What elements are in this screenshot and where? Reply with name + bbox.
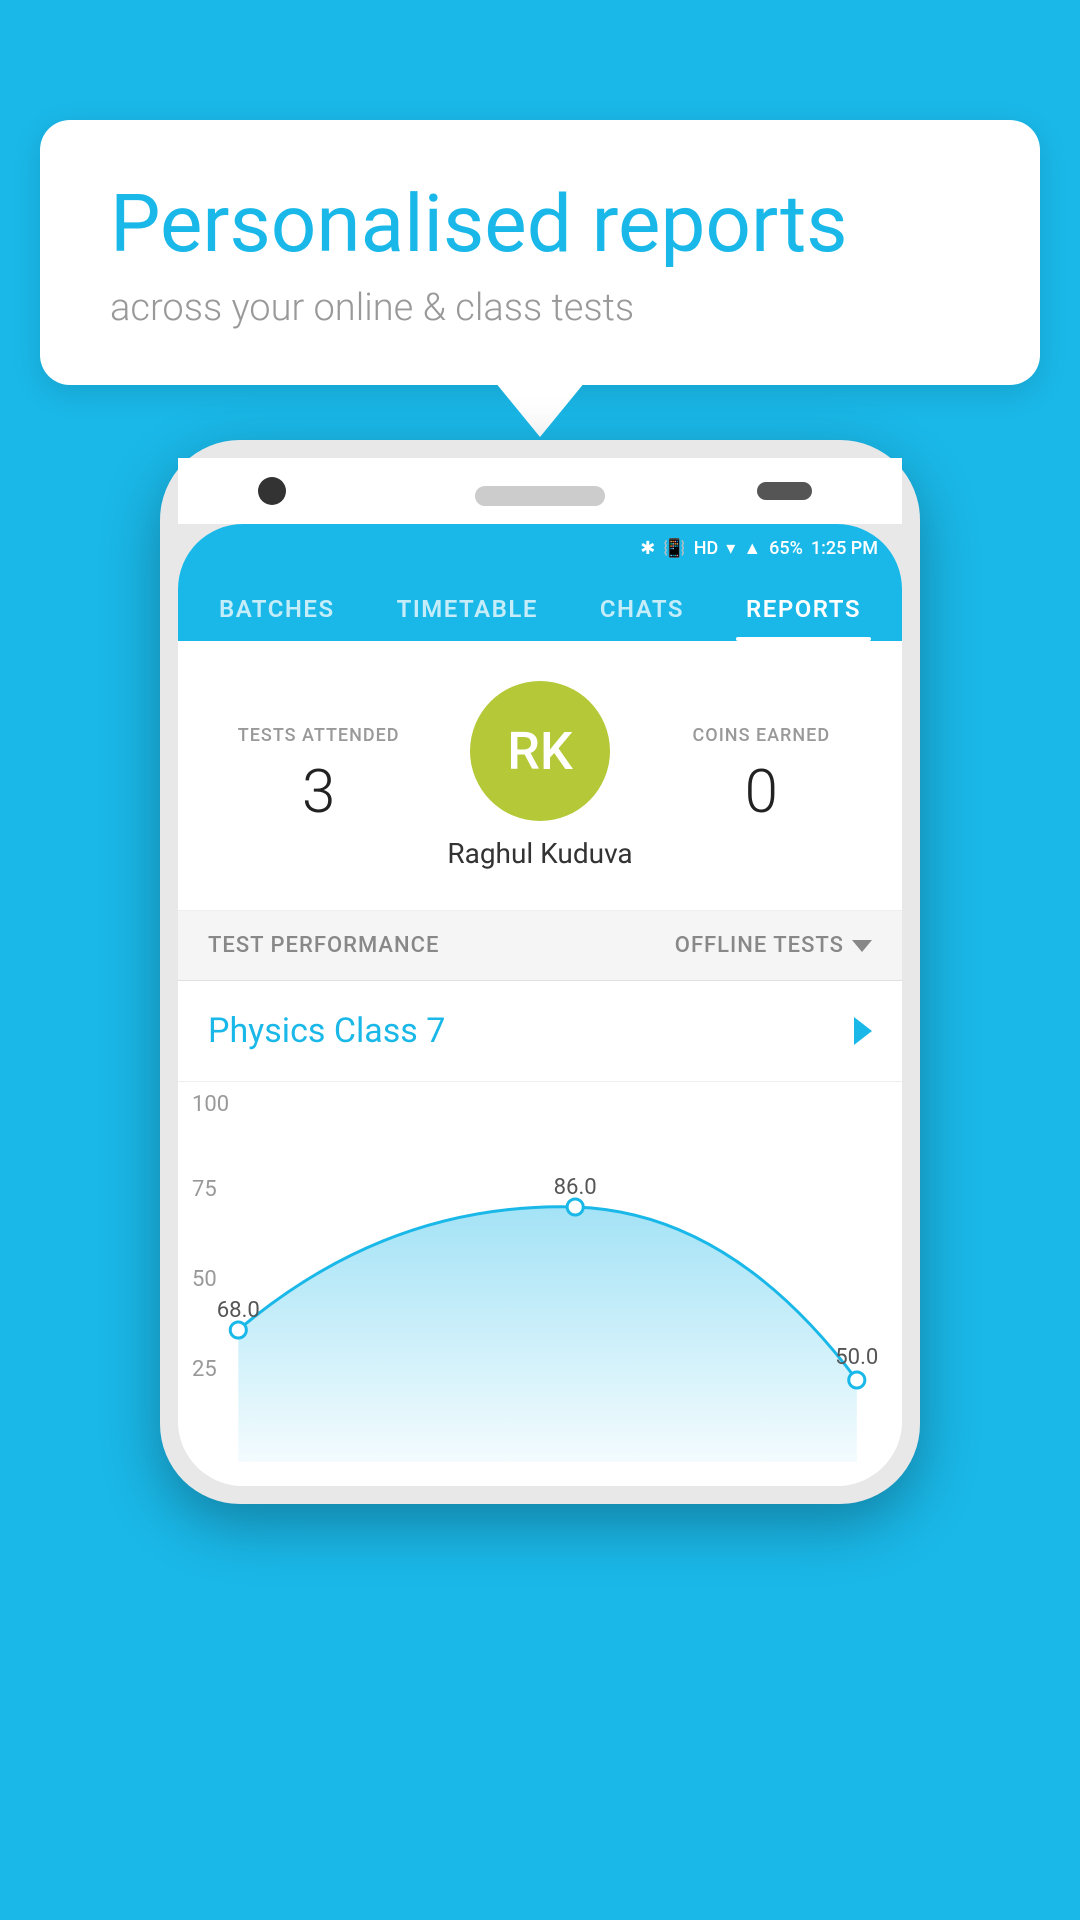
- svg-text:68.0: 68.0: [217, 1298, 260, 1323]
- coins-earned-label: COINS EARNED: [651, 725, 872, 746]
- hd-icon: HD: [694, 538, 719, 559]
- speaker: [475, 486, 605, 506]
- wifi-icon: ▾: [726, 538, 735, 559]
- y-label-75: 75: [192, 1177, 217, 1202]
- avatar-initials: RK: [507, 721, 573, 782]
- home-button: [757, 482, 812, 500]
- coins-earned-value: 0: [651, 756, 872, 827]
- coins-earned-block: COINS EARNED 0: [651, 725, 872, 827]
- tab-chats[interactable]: CHATS: [590, 573, 694, 641]
- y-label-100: 100: [192, 1092, 229, 1117]
- y-label-25: 25: [192, 1357, 217, 1382]
- tab-reports[interactable]: REPORTS: [736, 573, 871, 641]
- bluetooth-icon: ✱: [640, 538, 655, 559]
- bubble-title: Personalised reports: [110, 180, 970, 268]
- chevron-right-icon: [854, 1017, 872, 1045]
- performance-chart: 68.0 86.0 50.0: [188, 1102, 892, 1482]
- status-bar: ✱ 📳 HD ▾ ▲ 65% 1:25 PM: [178, 524, 902, 573]
- speech-bubble: Personalised reports across your online …: [40, 120, 1040, 385]
- chart-area: 100 75 50 25: [178, 1082, 902, 1486]
- test-performance-label: TEST PERFORMANCE: [208, 933, 439, 958]
- chart-point-2: [567, 1199, 583, 1215]
- tests-attended-value: 3: [208, 756, 429, 827]
- phone-screen: ✱ 📳 HD ▾ ▲ 65% 1:25 PM BATCHES TIMETABLE: [178, 524, 902, 1486]
- status-icons: ✱ 📳 HD ▾ ▲ 65% 1:25 PM: [640, 538, 878, 559]
- phone-outer: ✱ 📳 HD ▾ ▲ 65% 1:25 PM BATCHES TIMETABLE: [160, 440, 920, 1504]
- user-name: Raghul Kuduva: [447, 837, 632, 870]
- offline-tests-dropdown[interactable]: OFFLINE TESTS: [675, 933, 872, 958]
- chevron-down-icon: [852, 940, 872, 952]
- chart-point-1: [230, 1322, 246, 1338]
- y-label-50: 50: [192, 1267, 217, 1292]
- tab-timetable[interactable]: TIMETABLE: [387, 573, 548, 641]
- tests-attended-label: TESTS ATTENDED: [208, 725, 429, 746]
- vibrate-icon: 📳: [663, 538, 685, 559]
- section-header: TEST PERFORMANCE OFFLINE TESTS: [178, 911, 902, 981]
- tab-batches[interactable]: BATCHES: [209, 573, 345, 641]
- avatar-container: RK Raghul Kuduva: [429, 681, 650, 870]
- signal-icon: ▲: [743, 538, 761, 559]
- class-row[interactable]: Physics Class 7: [178, 981, 902, 1082]
- svg-text:86.0: 86.0: [554, 1175, 597, 1200]
- profile-section: TESTS ATTENDED 3 RK Raghul Kuduva COINS …: [178, 641, 902, 911]
- bubble-subtitle: across your online & class tests: [110, 286, 970, 330]
- camera-icon: [258, 477, 286, 505]
- avatar: RK: [470, 681, 610, 821]
- nav-tabs: BATCHES TIMETABLE CHATS REPORTS: [178, 573, 902, 641]
- chart-point-3: [849, 1372, 865, 1388]
- phone-mockup: ✱ 📳 HD ▾ ▲ 65% 1:25 PM BATCHES TIMETABLE: [160, 440, 920, 1504]
- battery-icon: 65%: [769, 538, 803, 559]
- class-name: Physics Class 7: [208, 1011, 445, 1051]
- tests-attended-block: TESTS ATTENDED 3: [208, 725, 429, 827]
- phone-top: [178, 458, 902, 524]
- time: 1:25 PM: [811, 538, 878, 559]
- svg-text:50.0: 50.0: [835, 1345, 878, 1370]
